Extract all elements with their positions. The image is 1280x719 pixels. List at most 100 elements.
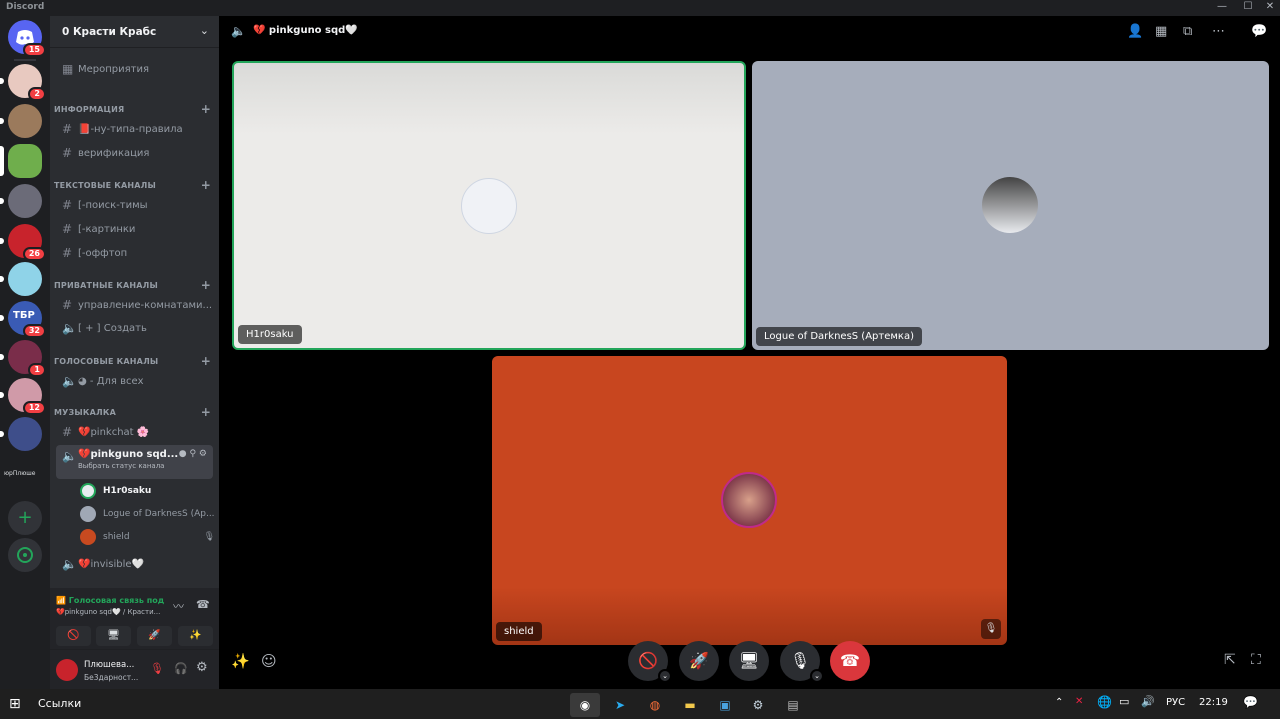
discover-button[interactable]	[8, 538, 42, 572]
network-icon[interactable]: ✕	[1075, 696, 1083, 707]
server-icon[interactable]	[0, 144, 42, 178]
volume-icon[interactable]: 🔊	[1141, 695, 1155, 708]
activity-button[interactable]: 🚀	[679, 641, 719, 681]
mic-muted-icon[interactable]: 🎙	[150, 662, 164, 675]
add-server-button[interactable]: +	[8, 501, 42, 535]
steam-app-icon[interactable]: ⚙	[743, 693, 773, 717]
plus-icon[interactable]: +	[201, 179, 211, 191]
channel-invisible[interactable]: 🔈 💔 invisible🤍	[56, 553, 213, 575]
add-user-icon[interactable]: 👤	[1127, 24, 1143, 39]
channel-rules[interactable]: # 📕 -ну-типа-правила	[56, 118, 213, 140]
home-button[interactable]: 15	[8, 20, 46, 57]
maximize-button[interactable]: ☐	[1236, 1, 1260, 12]
server-icon[interactable]: 12	[0, 378, 46, 415]
channel-pictures[interactable]: # [-картинки	[56, 218, 213, 240]
language-indicator[interactable]: РУС	[1166, 697, 1185, 708]
channel-offtopic[interactable]: # [-оффтоп	[56, 242, 213, 264]
screen-share-button[interactable]: 🖥	[729, 641, 769, 681]
plus-icon[interactable]: +	[201, 279, 211, 291]
channel-room-management[interactable]: # управление-комнатами...	[56, 294, 213, 316]
discord-app-icon[interactable]: ◉	[570, 693, 600, 717]
mic-toggle-button[interactable]: 🎙 ⌄	[780, 641, 824, 683]
plus-icon[interactable]: +	[201, 406, 211, 418]
fullscreen-icon[interactable]: ⛶	[1251, 652, 1261, 668]
camera-toggle-button[interactable]: 🚫 ⌄	[628, 641, 672, 683]
popout-icon[interactable]: ⧉	[1183, 24, 1192, 39]
chevron-up-icon[interactable]: ⌃	[1055, 697, 1063, 708]
windows-start-icon[interactable]: ⊞	[9, 696, 21, 712]
events-link[interactable]: ▦ Мероприятия	[56, 58, 213, 80]
disconnect-button[interactable]: ☎	[830, 641, 870, 681]
plus-icon[interactable]: +	[201, 355, 211, 367]
category-text[interactable]: ТЕКСТОВЫЕ КАНАЛЫ +	[54, 179, 211, 191]
channel-pinkchat[interactable]: # 💔 pinkchat 🌸	[56, 421, 213, 443]
chat-icon[interactable]: 💬	[1251, 24, 1267, 39]
grid-layout-icon[interactable]: ▦	[1155, 24, 1167, 39]
unread-pill	[0, 431, 4, 437]
taskbar-search-label[interactable]: Ссылки	[38, 697, 81, 710]
voice-user[interactable]: Logue of DarknesS (Ар...	[80, 504, 215, 524]
category-info[interactable]: ИНФОРМАЦИЯ +	[54, 103, 211, 115]
channel-status[interactable]: Выбрать статус канала	[78, 462, 178, 470]
voice-channel-path[interactable]: 💔pinkguno sqd🤍 / Красти...	[56, 608, 166, 616]
firefox-app-icon[interactable]: ◍	[640, 693, 670, 717]
voice-user[interactable]: shield 🎙	[80, 527, 215, 547]
channel-verification[interactable]: # верификация	[56, 142, 213, 164]
gear-icon[interactable]: ⚙	[199, 449, 207, 459]
file-explorer-icon[interactable]: ▬	[675, 693, 705, 717]
plus-icon[interactable]: +	[201, 103, 211, 115]
battery-icon[interactable]: ▭	[1119, 695, 1129, 708]
video-tile[interactable]: shield 🎙	[492, 356, 1007, 645]
more-icon[interactable]: ⋯	[1212, 24, 1225, 39]
plus-icon: +	[17, 507, 33, 528]
server-initials: ТБР	[13, 310, 35, 321]
server-icon[interactable]	[0, 184, 42, 218]
voice-user[interactable]: H1r0saku	[80, 481, 215, 501]
app-icon[interactable]: ▣	[710, 693, 740, 717]
channel-for-all[interactable]: 🔈 ◕ - Для всех	[56, 370, 213, 392]
minimize-button[interactable]: —	[1210, 1, 1234, 12]
guild-name: 0 Красти Крабс	[62, 26, 157, 38]
camera-button[interactable]: 🚫	[56, 626, 91, 646]
noise-suppression-icon[interactable]: 〰	[173, 598, 184, 614]
disconnect-icon[interactable]: ☎	[196, 598, 210, 611]
channel-emoji: 💔	[78, 558, 91, 570]
notifications-icon[interactable]: 💬	[1243, 695, 1258, 709]
popout-icon[interactable]: ⇱	[1224, 652, 1236, 668]
server-icon[interactable]: 1	[0, 340, 46, 377]
server-icon[interactable]	[0, 104, 42, 138]
clock[interactable]: 22:19	[1199, 697, 1228, 708]
screen-share-button[interactable]: 🖥	[96, 626, 131, 646]
guild-header[interactable]: 0 Красти Крабс ⌄	[50, 16, 219, 48]
video-tile[interactable]: Logue of DarknesS (Артемка)	[752, 61, 1269, 350]
avatar[interactable]	[56, 659, 78, 681]
close-button[interactable]: ✕	[1258, 1, 1280, 12]
server-icon[interactable]: ТБР 32	[0, 301, 46, 338]
category-voice[interactable]: ГОЛОСОВЫЕ КАНАЛЫ +	[54, 355, 211, 367]
video-tile[interactable]: H1r0saku	[232, 61, 746, 350]
server-icon[interactable]	[0, 262, 42, 296]
channel-create[interactable]: 🔈[ + ] Создать	[56, 317, 213, 339]
headphones-icon[interactable]: 🎧	[174, 662, 188, 675]
chevron-down-icon[interactable]: ⌄	[658, 669, 672, 683]
category-private[interactable]: ПРИВАТНЫЕ КАНАЛЫ +	[54, 279, 211, 291]
server-icon[interactable]	[0, 417, 42, 451]
add-member-icon[interactable]: ⚲	[189, 449, 196, 459]
channel-actions[interactable]: ● ⚲ ⚙	[179, 449, 207, 459]
channel-search-team[interactable]: # [-поиск-тимы	[56, 194, 213, 216]
channel-pinkguno-active[interactable]: 🔈 💔pinkguno sqd... Выбрать статус канала…	[56, 445, 213, 479]
soundboard-icon[interactable]: ✨	[231, 652, 250, 670]
category-music[interactable]: МУЗЫКАЛКА +	[54, 406, 211, 418]
soundboard-button[interactable]: ✨	[178, 626, 213, 646]
emoji-icon[interactable]: ☺	[261, 652, 277, 670]
server-icon[interactable]: 26	[0, 224, 46, 261]
telegram-app-icon[interactable]: ➤	[605, 693, 635, 717]
chevron-down-icon[interactable]: ⌄	[810, 669, 824, 683]
calculator-app-icon[interactable]: ▤	[778, 693, 808, 717]
server-icon[interactable]: 2	[0, 64, 46, 101]
activity-button[interactable]: 🚀	[137, 626, 172, 646]
gear-icon[interactable]: ⚙	[196, 660, 208, 675]
unread-pill	[0, 392, 4, 398]
globe-icon[interactable]: 🌐	[1097, 695, 1112, 709]
chat-icon[interactable]: ●	[179, 449, 187, 459]
